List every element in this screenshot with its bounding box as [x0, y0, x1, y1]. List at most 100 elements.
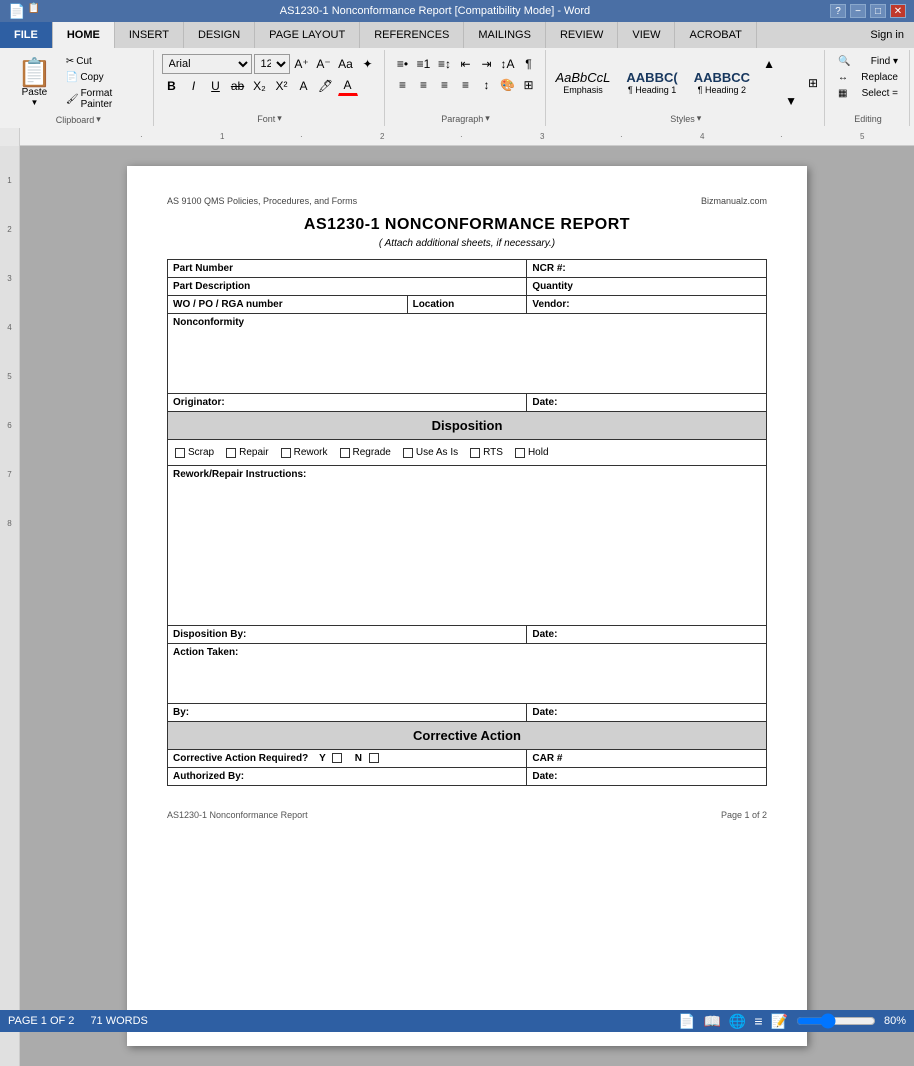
align-right-button[interactable]: ≡ [435, 75, 455, 95]
clipboard-dialog-icon[interactable]: ▾ [96, 114, 101, 125]
table-row-wopo: WO / PO / RGA number Location Vendor: [168, 296, 767, 314]
italic-button[interactable]: I [184, 76, 204, 96]
no-checkbox[interactable] [369, 753, 379, 763]
tab-view[interactable]: VIEW [618, 22, 675, 48]
ruler-corner [0, 128, 20, 146]
font-dialog-icon[interactable]: ▾ [277, 113, 282, 124]
checkbox-regrade[interactable]: Regrade [340, 447, 391, 458]
close-button[interactable]: ✕ [890, 4, 906, 18]
view-normal-icon[interactable]: 📄 [678, 1013, 695, 1030]
tab-design[interactable]: DESIGN [184, 22, 255, 48]
decrease-font-button[interactable]: A⁻ [314, 54, 334, 74]
checkbox-hold[interactable]: Hold [515, 447, 549, 458]
styles-expand[interactable]: ⊞ [803, 73, 823, 93]
regrade-checkbox[interactable] [340, 448, 350, 458]
paragraph-dialog-icon[interactable]: ▾ [485, 113, 490, 124]
style-heading1[interactable]: AABBC( ¶ Heading 1 [619, 67, 684, 98]
checkbox-rts[interactable]: RTS [470, 447, 503, 458]
hold-checkbox[interactable] [515, 448, 525, 458]
format-painter-button[interactable]: 🖌 Format Painter [61, 86, 147, 112]
align-center-button[interactable]: ≡ [414, 75, 434, 95]
underline-button[interactable]: U [206, 76, 226, 96]
scrap-checkbox[interactable] [175, 448, 185, 458]
line-spacing-button[interactable]: ↕ [477, 75, 497, 95]
restore-button[interactable]: □ [870, 4, 886, 18]
font-group: Arial 12 A⁺ A⁻ Aa ✦ B I U ab X₂ X² A 🖊 A [156, 50, 385, 126]
style-heading1-sample: AABBC( [626, 70, 677, 85]
window-controls[interactable]: ? − □ ✕ [830, 4, 906, 18]
bold-button[interactable]: B [162, 76, 182, 96]
tab-references[interactable]: REFERENCES [360, 22, 464, 48]
font-size-select[interactable]: 12 [254, 54, 290, 74]
subscript-button[interactable]: X₂ [250, 76, 270, 96]
change-case-button[interactable]: Aa [336, 54, 356, 74]
view-outline-icon[interactable]: ≡ [754, 1013, 762, 1029]
text-effects-button[interactable]: A [294, 76, 314, 96]
zoom-slider[interactable] [796, 1014, 876, 1028]
styles-scroll-down[interactable]: ▼ [781, 91, 801, 111]
show-hide-button[interactable]: ¶ [519, 54, 539, 74]
bullets-button[interactable]: ≡• [393, 54, 413, 74]
style-heading2[interactable]: AABBCC ¶ Heading 2 [687, 67, 757, 98]
use-as-is-checkbox[interactable] [403, 448, 413, 458]
increase-font-button[interactable]: A⁺ [292, 54, 312, 74]
sort-button[interactable]: ↕A [498, 54, 518, 74]
font-name-select[interactable]: Arial [162, 54, 252, 74]
tab-insert[interactable]: INSERT [115, 22, 184, 48]
numbering-button[interactable]: ≡1 [414, 54, 434, 74]
rts-checkbox[interactable] [470, 448, 480, 458]
multilevel-button[interactable]: ≡↕ [435, 54, 455, 74]
increase-indent-button[interactable]: ⇥ [477, 54, 497, 74]
tab-mailings[interactable]: MAILINGS [464, 22, 546, 48]
repair-checkbox[interactable] [226, 448, 236, 458]
styles-scroll-up[interactable]: ▲ [759, 54, 779, 74]
use-as-is-label: Use As Is [416, 447, 458, 458]
view-web-icon[interactable]: 🌐 [729, 1013, 746, 1030]
corrective-required-label: Corrective Action Required? [173, 753, 308, 764]
checkbox-use-as-is[interactable]: Use As Is [403, 447, 458, 458]
decrease-indent-button[interactable]: ⇤ [456, 54, 476, 74]
minimize-button[interactable]: − [850, 4, 866, 18]
corrective-required-cell: Corrective Action Required? Y N [168, 750, 527, 768]
yes-checkbox[interactable] [332, 753, 342, 763]
find-button[interactable]: 🔍 Find ▾ [833, 54, 903, 69]
sign-in-button[interactable]: Sign in [860, 22, 914, 48]
view-read-icon[interactable]: 📖 [703, 1013, 720, 1030]
checkbox-scrap[interactable]: Scrap [175, 447, 214, 458]
repair-label: Repair [239, 447, 268, 458]
table-row-rework-repair: Rework/Repair Instructions: [168, 466, 767, 626]
tab-file[interactable]: FILE [0, 22, 53, 48]
no-label: N [355, 753, 362, 764]
paragraph-top: ≡• ≡1 ≡↕ ⇤ ⇥ ↕A ¶ ≡ ≡ ≡ ≡ ↕ 🎨 ⊞ [393, 52, 539, 111]
text-highlight-button[interactable]: 🖊 [316, 76, 336, 96]
strikethrough-button[interactable]: ab [228, 76, 248, 96]
paste-button[interactable]: 📋 Paste ▼ [10, 54, 59, 112]
tab-review[interactable]: REVIEW [546, 22, 618, 48]
styles-label: Styles ▾ [670, 113, 701, 124]
copy-button[interactable]: 📄 Copy [61, 70, 147, 85]
help-button[interactable]: ? [830, 4, 846, 18]
styles-dialog-icon[interactable]: ▾ [697, 113, 702, 124]
borders-button[interactable]: ⊞ [519, 75, 539, 95]
view-draft-icon[interactable]: 📝 [771, 1013, 788, 1030]
superscript-button[interactable]: X² [272, 76, 292, 96]
select-button[interactable]: ▦ Select = [833, 86, 903, 101]
document-page[interactable]: AS 9100 QMS Policies, Procedures, and Fo… [127, 166, 807, 1046]
clear-formatting-button[interactable]: ✦ [358, 54, 378, 74]
justify-button[interactable]: ≡ [456, 75, 476, 95]
checkbox-rework[interactable]: Rework [281, 447, 328, 458]
style-emphasis[interactable]: AaBbCcL Emphasis [548, 67, 617, 98]
checkbox-repair[interactable]: Repair [226, 447, 268, 458]
table-row-checkboxes: Scrap Repair Rework [168, 440, 767, 466]
ncr-number-label: NCR #: [527, 260, 767, 278]
replace-button[interactable]: ↔ Replace [833, 70, 903, 85]
cut-button[interactable]: ✂ Cut [61, 54, 147, 69]
rework-checkbox[interactable] [281, 448, 291, 458]
tab-page-layout[interactable]: PAGE LAYOUT [255, 22, 360, 48]
editing-label: Editing [854, 114, 882, 124]
shading-button[interactable]: 🎨 [498, 75, 518, 95]
tab-home[interactable]: HOME [53, 22, 115, 48]
font-color-button[interactable]: A [338, 76, 358, 96]
tab-acrobat[interactable]: ACROBAT [675, 22, 756, 48]
align-left-button[interactable]: ≡ [393, 75, 413, 95]
